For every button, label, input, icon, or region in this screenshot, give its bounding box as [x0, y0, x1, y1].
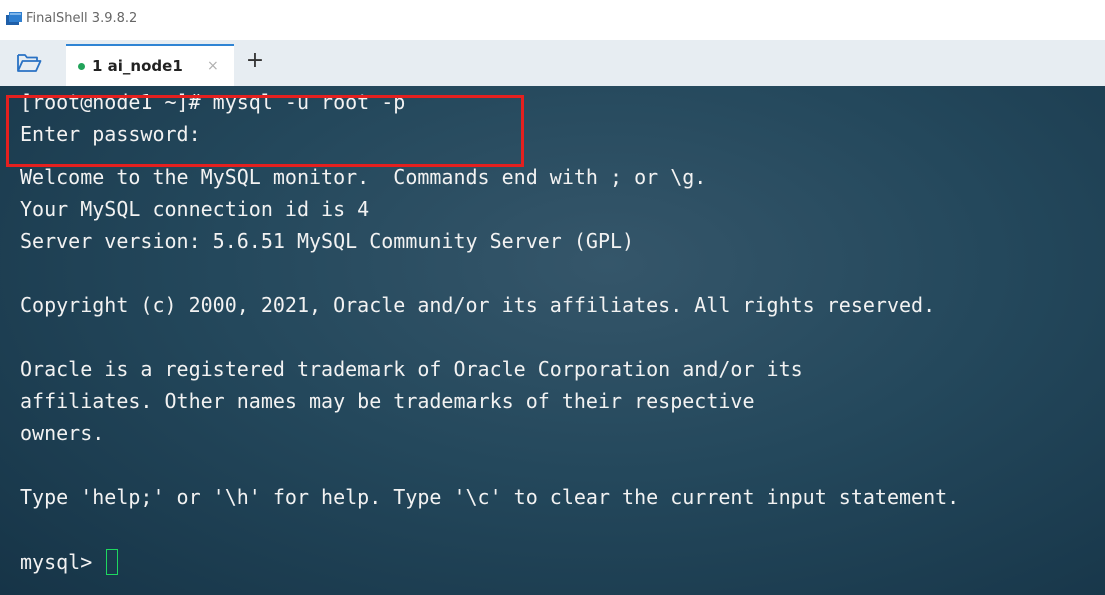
terminal-line: Type 'help;' or '\h' for help. Type '\c'…	[20, 485, 960, 509]
add-tab-button[interactable]: +	[242, 48, 268, 74]
close-tab-icon[interactable]: ×	[207, 56, 219, 76]
terminal-line: Server version: 5.6.51 MySQL Community S…	[20, 229, 635, 253]
tab-ai-node1[interactable]: 1 ai_node1 ×	[66, 44, 234, 86]
terminal-line: affiliates. Other names may be trademark…	[20, 389, 755, 413]
tab-label: 1 ai_node1	[92, 57, 183, 75]
terminal-line: owners.	[20, 421, 105, 445]
terminal-line: Welcome to the MySQL monitor. Commands e…	[20, 165, 707, 189]
terminal-line: Enter password:	[20, 122, 201, 146]
folder-open-icon[interactable]	[16, 51, 42, 75]
finalshell-app-icon	[6, 12, 22, 25]
connection-status-dot	[78, 63, 85, 70]
title-bar: FinalShell 3.9.8.2	[0, 0, 1105, 40]
terminal-line: Copyright (c) 2000, 2021, Oracle and/or …	[20, 293, 936, 317]
mysql-prompt-line[interactable]: mysql>	[20, 546, 119, 578]
tab-bar: 1 ai_node1 × +	[0, 40, 1105, 86]
terminal-line: Your MySQL connection id is 4	[20, 197, 370, 221]
terminal-output[interactable]: [root@node1 ~]# mysql -u root -p Enter p…	[0, 86, 1105, 595]
terminal-line: [root@node1 ~]# mysql -u root -p	[20, 90, 406, 114]
window-title: FinalShell 3.9.8.2	[26, 11, 138, 26]
terminal-cursor	[106, 549, 119, 575]
terminal-line: Oracle is a registered trademark of Orac…	[20, 357, 803, 381]
mysql-prompt: mysql>	[20, 550, 105, 574]
